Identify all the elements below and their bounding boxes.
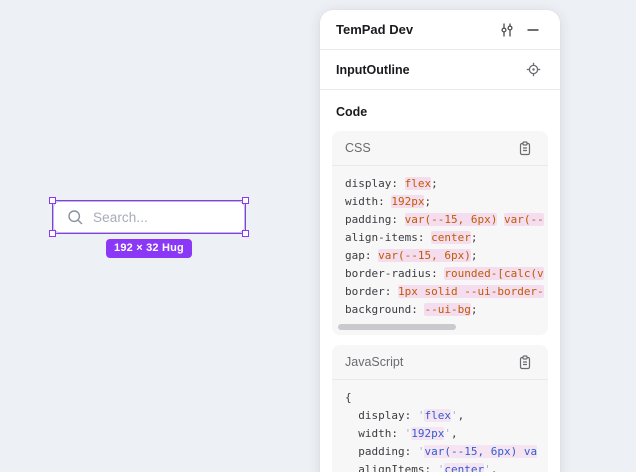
code-line: { <box>345 389 548 407</box>
code-line: padding: 'var(--15, 6px) va <box>345 443 548 461</box>
css-code[interactable]: display: flex;width: 192px;padding: var(… <box>332 166 548 321</box>
locate-target-icon[interactable] <box>520 57 546 83</box>
panel-title: TemPad Dev <box>336 22 494 37</box>
clipboard-icon[interactable] <box>512 135 538 161</box>
css-block-header: CSS <box>332 131 548 166</box>
code-line: display: 'flex', <box>345 407 548 425</box>
js-block-header: JavaScript <box>332 345 548 380</box>
search-input[interactable]: Search... <box>53 201 245 233</box>
tempad-dev-panel: TemPad Dev InputOutline <box>320 10 560 472</box>
minimize-icon[interactable] <box>520 17 546 43</box>
code-line: border: 1px solid --ui-border- <box>345 283 548 301</box>
code-line: width: '192px', <box>345 425 548 443</box>
css-h-scrollbar-thumb[interactable] <box>338 324 456 330</box>
selected-component[interactable]: Search... 192 × 32 Hug <box>53 201 245 233</box>
js-code[interactable]: { display: 'flex', width: '192px', paddi… <box>332 380 548 472</box>
code-section-label: Code <box>320 90 560 131</box>
clipboard-icon[interactable] <box>512 349 538 375</box>
code-line: display: flex; <box>345 175 548 193</box>
css-block-label: CSS <box>345 141 512 155</box>
search-placeholder: Search... <box>93 210 148 225</box>
code-line: border-radius: rounded-[calc(v <box>345 265 548 283</box>
code-line: padding: var(--15, 6px) var(-- <box>345 211 548 229</box>
code-line: alignItems: 'center', <box>345 461 548 472</box>
css-h-scrollbar[interactable] <box>338 324 542 330</box>
search-icon <box>67 209 84 226</box>
js-code-block: JavaScript { display: 'flex', width: '19… <box>332 345 548 472</box>
sliders-icon[interactable] <box>494 17 520 43</box>
selected-node-row: InputOutline <box>320 50 560 90</box>
size-badge: 192 × 32 Hug <box>106 239 192 258</box>
css-code-block: CSS display: flex;width: 192px;padding: … <box>332 131 548 335</box>
code-line: background: --ui-bg; <box>345 301 548 319</box>
code-line: gap: var(--15, 6px); <box>345 247 548 265</box>
js-block-label: JavaScript <box>345 355 512 369</box>
code-line: width: 192px; <box>345 193 548 211</box>
code-line: align-items: center; <box>345 229 548 247</box>
panel-header: TemPad Dev <box>320 10 560 50</box>
component-name: InputOutline <box>336 63 520 77</box>
